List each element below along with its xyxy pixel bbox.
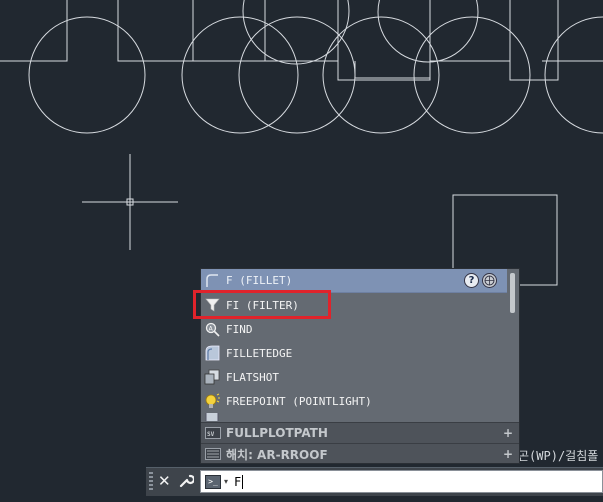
drag-grip-handle[interactable] bbox=[149, 472, 153, 492]
drawing-circle bbox=[413, 16, 531, 134]
drawing-circle bbox=[181, 16, 299, 134]
find-magnifier-icon: A bbox=[204, 321, 220, 337]
flatshot-icon bbox=[204, 369, 220, 385]
drawing-polyline bbox=[337, 0, 431, 81]
expand-plus-icon[interactable]: + bbox=[503, 426, 513, 440]
autocomplete-item-filletedge[interactable]: FILLETEDGE bbox=[201, 341, 507, 365]
command-hint-text: 곤(WP)/걸침폴 bbox=[518, 449, 599, 463]
text-cursor bbox=[242, 474, 244, 489]
autocomplete-item-filter[interactable]: FI (FILTER) bbox=[201, 293, 507, 317]
autocomplete-item-partial[interactable] bbox=[201, 413, 507, 421]
autocomplete-label: FREEPOINT (POINTLIGHT) bbox=[226, 394, 372, 408]
command-input[interactable]: >_ ▾ F bbox=[200, 470, 603, 493]
section-hatch-ar-rroof[interactable]: 해치: AR-RROOF + bbox=[201, 443, 519, 463]
funnel-filter-icon bbox=[204, 297, 220, 313]
drawing-circle bbox=[322, 16, 440, 134]
wrench-customize-icon[interactable] bbox=[179, 473, 196, 492]
drawing-polyline bbox=[354, 61, 430, 79]
drawing-circle bbox=[28, 16, 146, 134]
autocomplete-item-flatshot[interactable]: FLATSHOT bbox=[201, 365, 507, 389]
autocomplete-label: FLATSHOT bbox=[226, 370, 279, 384]
command-input-value[interactable]: F bbox=[234, 475, 241, 489]
section-label: 해치: AR-RROOF bbox=[226, 447, 328, 462]
command-line-bar: ✕ >_ ▾ F bbox=[146, 467, 603, 496]
autocomplete-label: FI (FILTER) bbox=[226, 298, 299, 312]
recent-commands-icon[interactable]: >_ bbox=[205, 474, 221, 489]
drawing-polyline bbox=[117, 0, 194, 62]
close-icon[interactable]: ✕ bbox=[158, 472, 171, 490]
section-label: FULLPLOTPATH bbox=[226, 426, 328, 440]
autocomplete-label: F (FILLET) bbox=[226, 274, 293, 287]
drawing-circle bbox=[242, 0, 350, 65]
system-variable-icon: SV bbox=[205, 427, 221, 439]
hatch-pattern-icon bbox=[205, 448, 221, 460]
autocomplete-item-find[interactable]: A FIND bbox=[201, 317, 507, 341]
autocomplete-popup: F (FILLET) ? FI (FILTER) A FIND FILLETED… bbox=[200, 268, 520, 464]
expand-plus-icon[interactable]: + bbox=[503, 447, 513, 461]
partial-item-icon bbox=[204, 413, 220, 421]
point-light-bulb-icon bbox=[204, 393, 220, 409]
section-fullplotpath[interactable]: SV FULLPLOTPATH + bbox=[201, 422, 519, 443]
autocomplete-label: FILLETEDGE bbox=[226, 346, 293, 360]
drawing-polyline bbox=[509, 0, 559, 81]
scrollbar-thumb[interactable] bbox=[510, 273, 515, 313]
filletedge-icon bbox=[204, 345, 220, 361]
fillet-icon bbox=[204, 273, 220, 289]
drawing-circle bbox=[544, 16, 603, 134]
autocomplete-item-freepoint[interactable]: FREEPOINT (POINTLIGHT) bbox=[201, 389, 507, 413]
drawing-circle bbox=[377, 0, 479, 63]
internet-search-icon[interactable] bbox=[482, 273, 497, 288]
help-icon[interactable]: ? bbox=[464, 273, 479, 288]
chevron-down-icon[interactable]: ▾ bbox=[224, 477, 228, 486]
autocomplete-item-fillet[interactable]: F (FILLET) ? bbox=[201, 269, 507, 293]
svg-text:SV: SV bbox=[207, 431, 215, 438]
autocomplete-label: FIND bbox=[226, 322, 253, 336]
popup-scrollbar[interactable] bbox=[508, 271, 517, 421]
